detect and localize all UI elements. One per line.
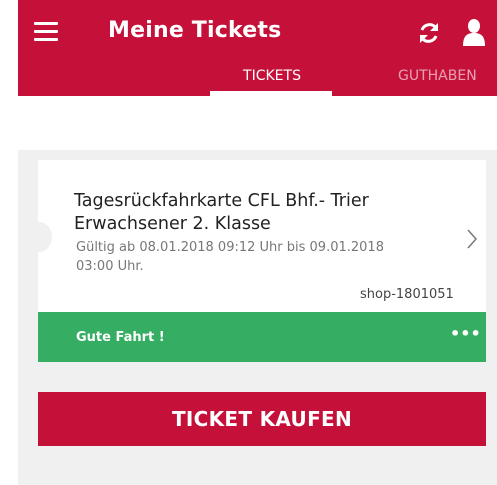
page-title: Meine Tickets xyxy=(108,18,282,43)
tab-tickets[interactable]: TICKETS xyxy=(230,68,314,84)
buy-ticket-button[interactable]: TICKET KAUFEN xyxy=(38,392,486,446)
refresh-icon[interactable] xyxy=(416,20,442,46)
status-bar: Gute Fahrt ! ••• xyxy=(38,312,486,362)
ticket-title: Tagesrückfahrkarte CFL Bhf.- Trier Erwac… xyxy=(74,191,369,234)
more-options-icon[interactable]: ••• xyxy=(450,324,481,343)
menu-icon[interactable] xyxy=(34,22,58,42)
ticket-notch xyxy=(26,222,52,252)
active-tab-indicator xyxy=(210,91,332,96)
ticket-validity: Gültig ab 08.01.2018 09:12 Uhr bis 09.01… xyxy=(76,240,384,274)
chevron-right-icon[interactable] xyxy=(466,228,478,250)
app-bar: Meine Tickets TICKETS GUTHABEN xyxy=(18,0,497,96)
ticket-card[interactable]: Tagesrückfahrkarte CFL Bhf.- Trier Erwac… xyxy=(26,160,486,312)
status-message: Gute Fahrt ! xyxy=(76,330,165,345)
user-icon[interactable] xyxy=(462,18,486,46)
order-number: shop-1801051 xyxy=(360,287,454,302)
tab-guthaben[interactable]: GUTHABEN xyxy=(398,68,477,84)
tickets-panel: Tagesrückfahrkarte CFL Bhf.- Trier Erwac… xyxy=(18,150,497,485)
